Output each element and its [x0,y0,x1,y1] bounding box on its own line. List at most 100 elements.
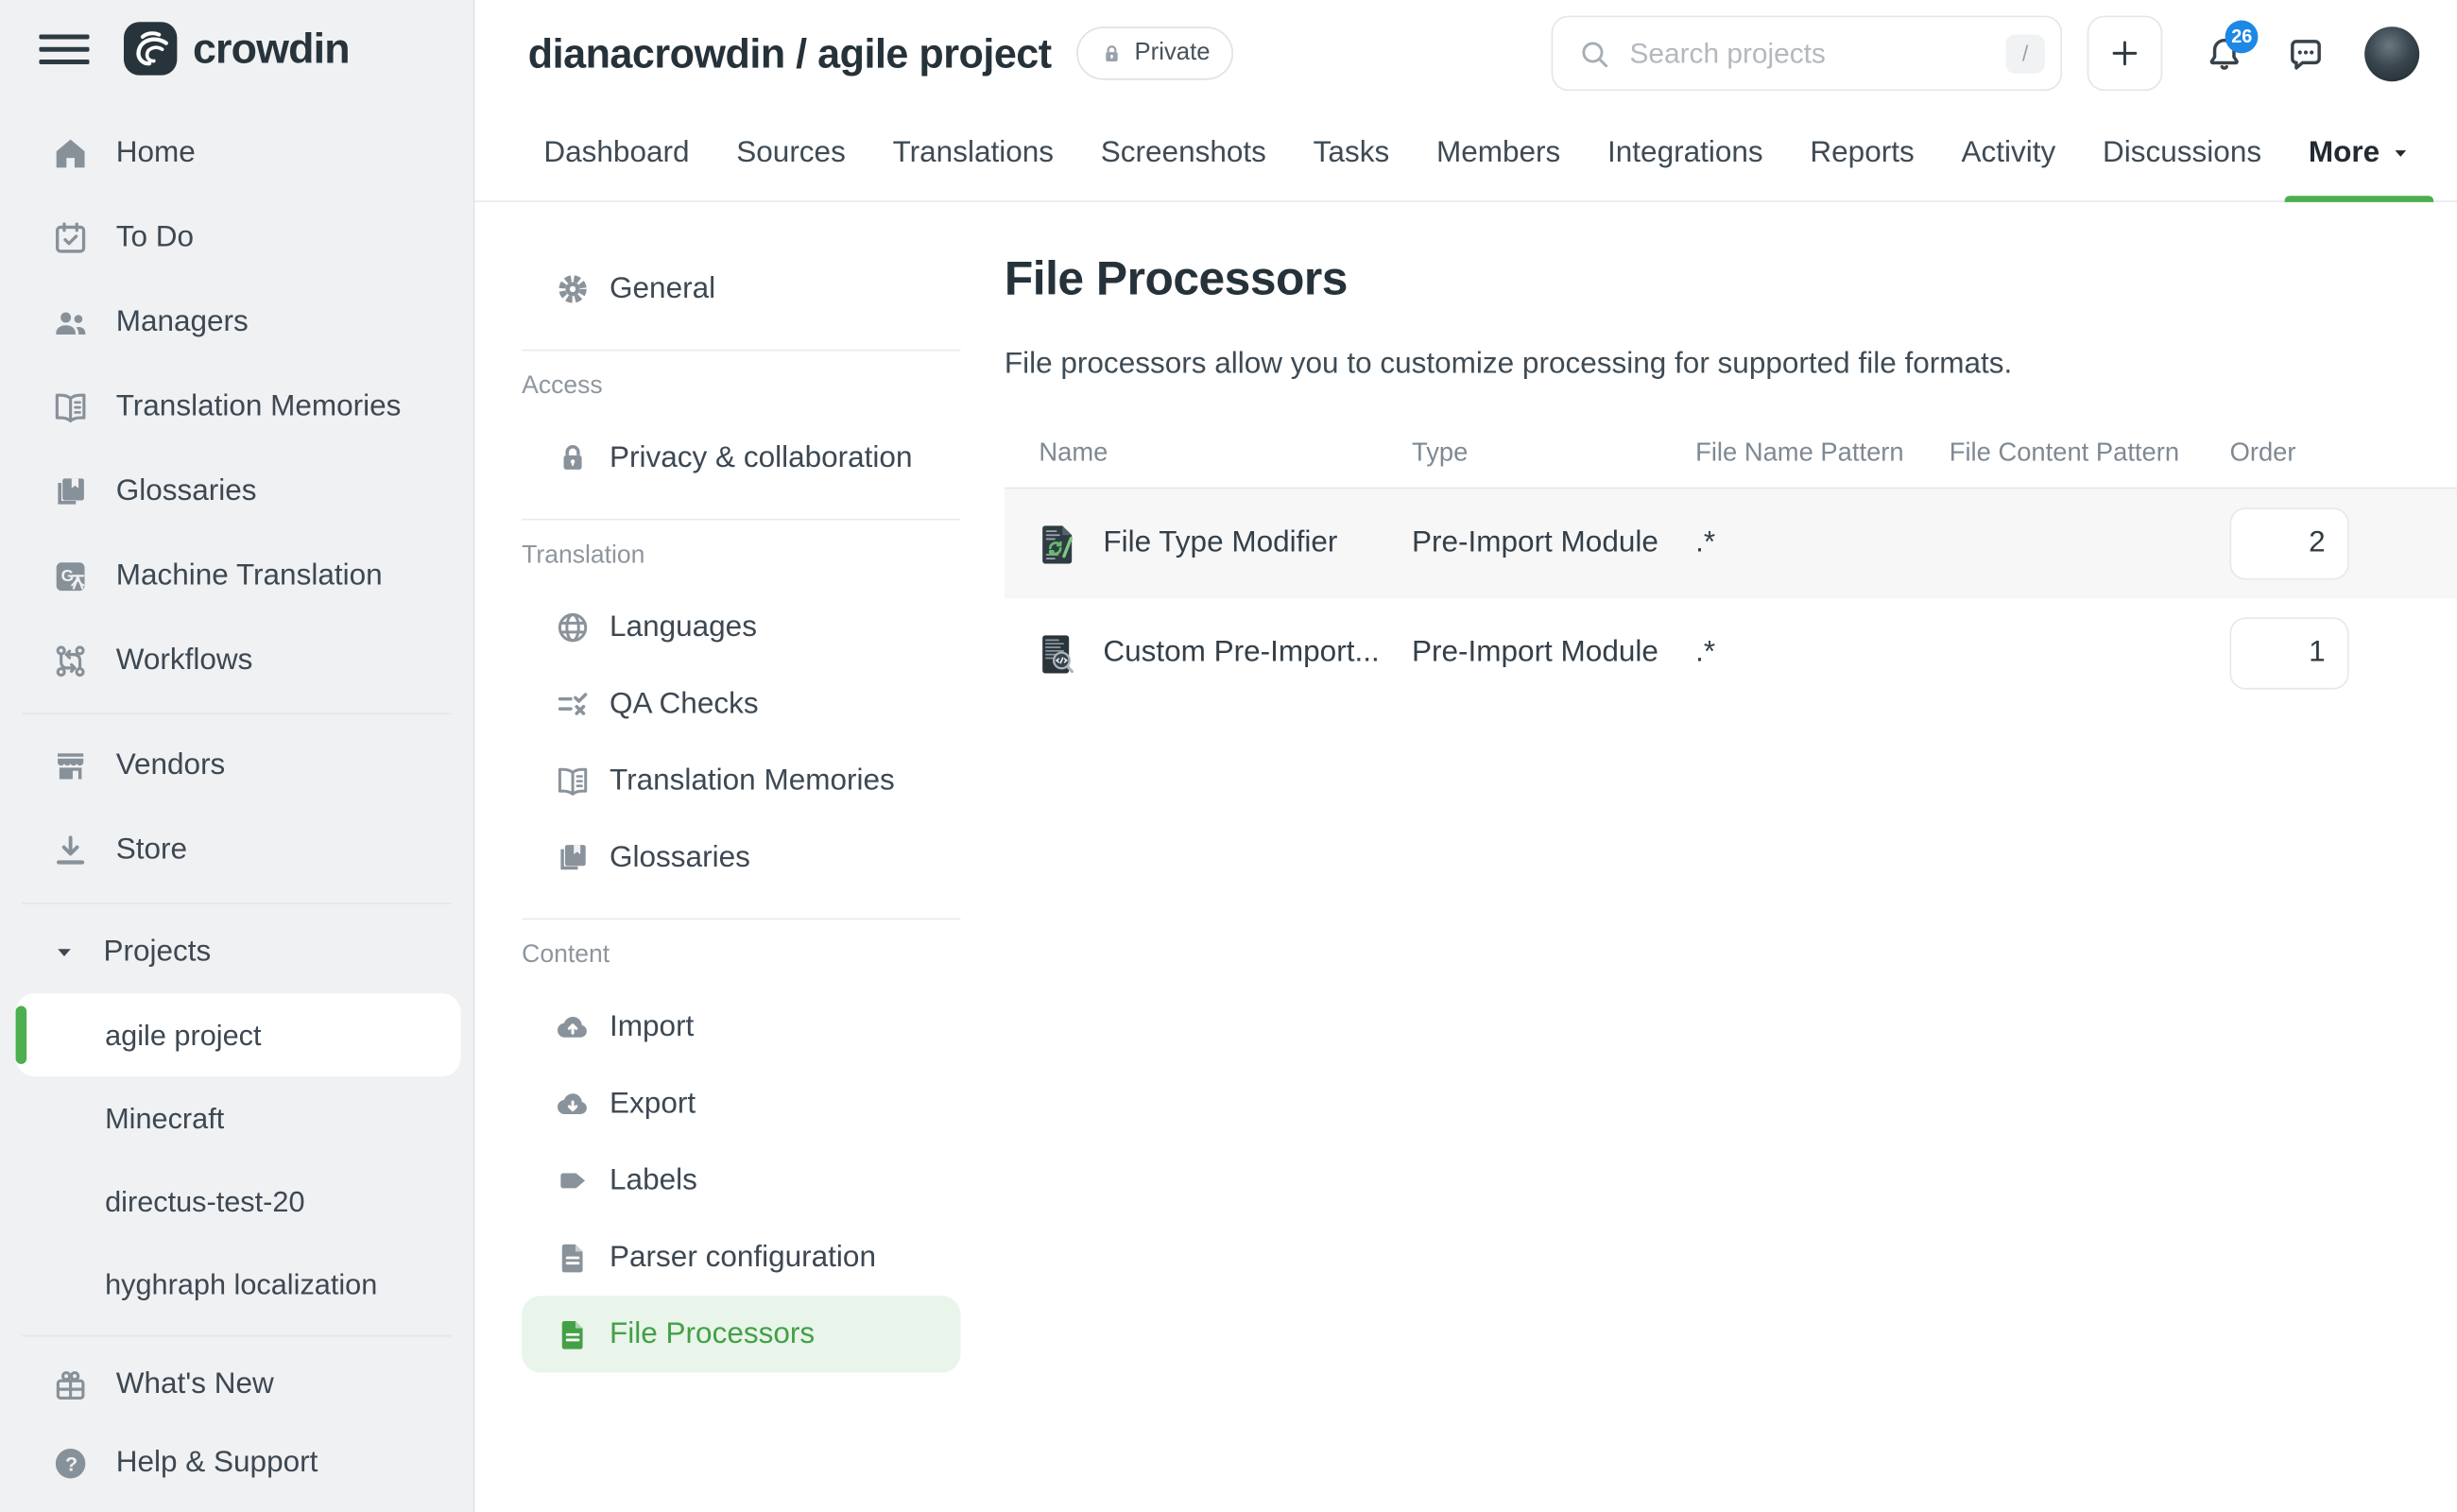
sidebar-nav-secondary: Vendors Store [0,724,473,893]
create-project-button[interactable] [2088,16,2163,92]
help-question-icon [52,1445,90,1483]
tab-sources[interactable]: Sources [713,107,868,200]
settings-item-label: Parser configuration [610,1240,876,1274]
tab-tasks[interactable]: Tasks [1290,107,1413,200]
sidebar-item-glossaries[interactable]: Glossaries [0,449,473,534]
sidebar-item-store[interactable]: Store [0,808,473,893]
tab-more[interactable]: More [2285,107,2433,200]
workflow-icon [52,642,90,679]
project-title: dianacrowdin / agile project [528,29,1052,77]
sidebar-item-vendors[interactable]: Vendors [0,724,473,809]
tab-label: Integrations [1607,136,1763,170]
settings-item-label: File Processors [610,1317,815,1351]
sidebar-project-minecraft[interactable]: Minecraft [0,1076,473,1160]
sidebar-item-translation-memories[interactable]: Translation Memories [0,365,473,450]
gift-icon [52,1366,90,1404]
search-icon [1578,37,1611,70]
order-input[interactable]: 2 [2230,507,2349,579]
sidebar-project-directus-test-20[interactable]: directus-test-20 [0,1160,473,1243]
tab-label: Reports [1810,136,1914,170]
settings-item-import[interactable]: Import [522,988,960,1065]
tab-members[interactable]: Members [1413,107,1584,200]
settings-section-label-content: Content [522,942,960,971]
sidebar-divider [22,1335,451,1337]
order-input[interactable]: 1 [2230,617,2349,689]
sidebar-item-workflows[interactable]: Workflows [0,618,473,703]
crowdin-logo[interactable]: crowdin [122,21,349,77]
sidebar-project-hyghraph-localization[interactable]: hyghraph localization [0,1243,473,1326]
sidebar-item-help-support[interactable]: Help & Support [0,1424,473,1503]
tab-label: Dashboard [543,136,689,170]
sidebar-item-label: Help & Support [116,1446,318,1480]
column-header-type: Type [1412,438,1695,469]
project-tab-bar: Dashboard Sources Translations Screensho… [474,107,2457,202]
tab-screenshots[interactable]: Screenshots [1077,107,1290,200]
page-description: File processors allow you to customize p… [1005,348,2457,382]
settings-item-languages[interactable]: Languages [522,589,960,665]
file-processors-page: File Processors File processors allow yo… [1005,202,2457,1512]
sidebar-divider [22,713,451,714]
sidebar-item-managers[interactable]: Managers [0,280,473,365]
top-bar: dianacrowdin / agile project Private / 2… [474,0,2457,107]
tab-reports[interactable]: Reports [1787,107,1938,200]
notifications-button[interactable]: 26 [2205,34,2243,73]
project-label: agile project [105,1018,261,1052]
lock-icon [1100,42,1124,65]
settings-item-label: Labels [610,1163,697,1197]
settings-item-qa-checks[interactable]: QA Checks [522,666,960,743]
settings-item-glossaries[interactable]: Glossaries [522,819,960,896]
sidebar-item-todo[interactable]: To Do [0,196,473,281]
settings-item-general[interactable]: General [522,250,960,327]
processor-type: Pre-Import Module [1412,636,1695,670]
settings-item-labels[interactable]: Labels [522,1143,960,1219]
logo-text: crowdin [193,25,350,73]
settings-item-parser-configuration[interactable]: Parser configuration [522,1219,960,1296]
tab-dashboard[interactable]: Dashboard [521,107,713,200]
gear-icon [555,271,591,307]
table-row[interactable]: File Type Modifier Pre-Import Module .* … [1005,489,2457,598]
crowdin-logo-icon [122,21,179,77]
messages-button[interactable] [2286,34,2325,73]
settings-item-label: Translation Memories [610,764,895,798]
sidebar-item-label: Machine Translation [116,558,383,593]
tab-label: Translations [893,136,1054,170]
tab-label: Members [1436,136,1560,170]
cloud-upload-icon [555,1009,591,1045]
tab-discussions[interactable]: Discussions [2079,107,2285,200]
processor-name: File Type Modifier [1103,526,1337,560]
sidebar-item-label: Managers [116,305,249,339]
settings-item-label: Export [610,1087,696,1121]
home-icon [52,134,90,172]
storefront-icon [52,747,90,784]
processor-name: Custom Pre-Import... [1103,636,1379,670]
table-row[interactable]: Custom Pre-Import... Pre-Import Module .… [1005,598,2457,708]
document-icon [555,1240,591,1276]
settings-item-file-processors[interactable]: File Processors [522,1296,960,1372]
sidebar-item-label: To Do [116,220,194,254]
sidebar-item-whats-new[interactable]: What's New [0,1346,473,1424]
search-input[interactable] [1629,37,2005,70]
order-value: 1 [2309,636,2326,670]
settings-item-privacy-collaboration[interactable]: Privacy & collaboration [522,420,960,496]
project-label: directus-test-20 [105,1184,304,1218]
sidebar-item-home[interactable]: Home [0,111,473,196]
sidebar-item-machine-translation[interactable]: Machine Translation [0,534,473,619]
settings-item-translation-memories[interactable]: Translation Memories [522,743,960,819]
sidebar-project-agile-project[interactable]: agile project [16,993,461,1076]
project-label: hyghraph localization [105,1267,377,1301]
tab-integrations[interactable]: Integrations [1584,107,1786,200]
sidebar-item-label: Store [116,833,187,868]
menu-icon[interactable] [39,24,89,74]
crowdin-app: crowdin Home To Do Managers Translation … [0,0,2457,1512]
chat-bubble-icon [2286,34,2325,73]
tab-label: Screenshots [1101,136,1266,170]
settings-section-label-translation: Translation [522,542,960,571]
user-avatar[interactable] [2364,26,2419,80]
sidebar-projects-toggle[interactable]: Projects [0,913,473,993]
notifications-count-badge: 26 [2225,20,2259,53]
tab-translations[interactable]: Translations [869,107,1077,200]
column-header-order: Order [2230,438,2457,469]
settings-item-export[interactable]: Export [522,1066,960,1143]
sidebar-item-label: What's New [116,1368,274,1402]
tab-activity[interactable]: Activity [1938,107,2080,200]
